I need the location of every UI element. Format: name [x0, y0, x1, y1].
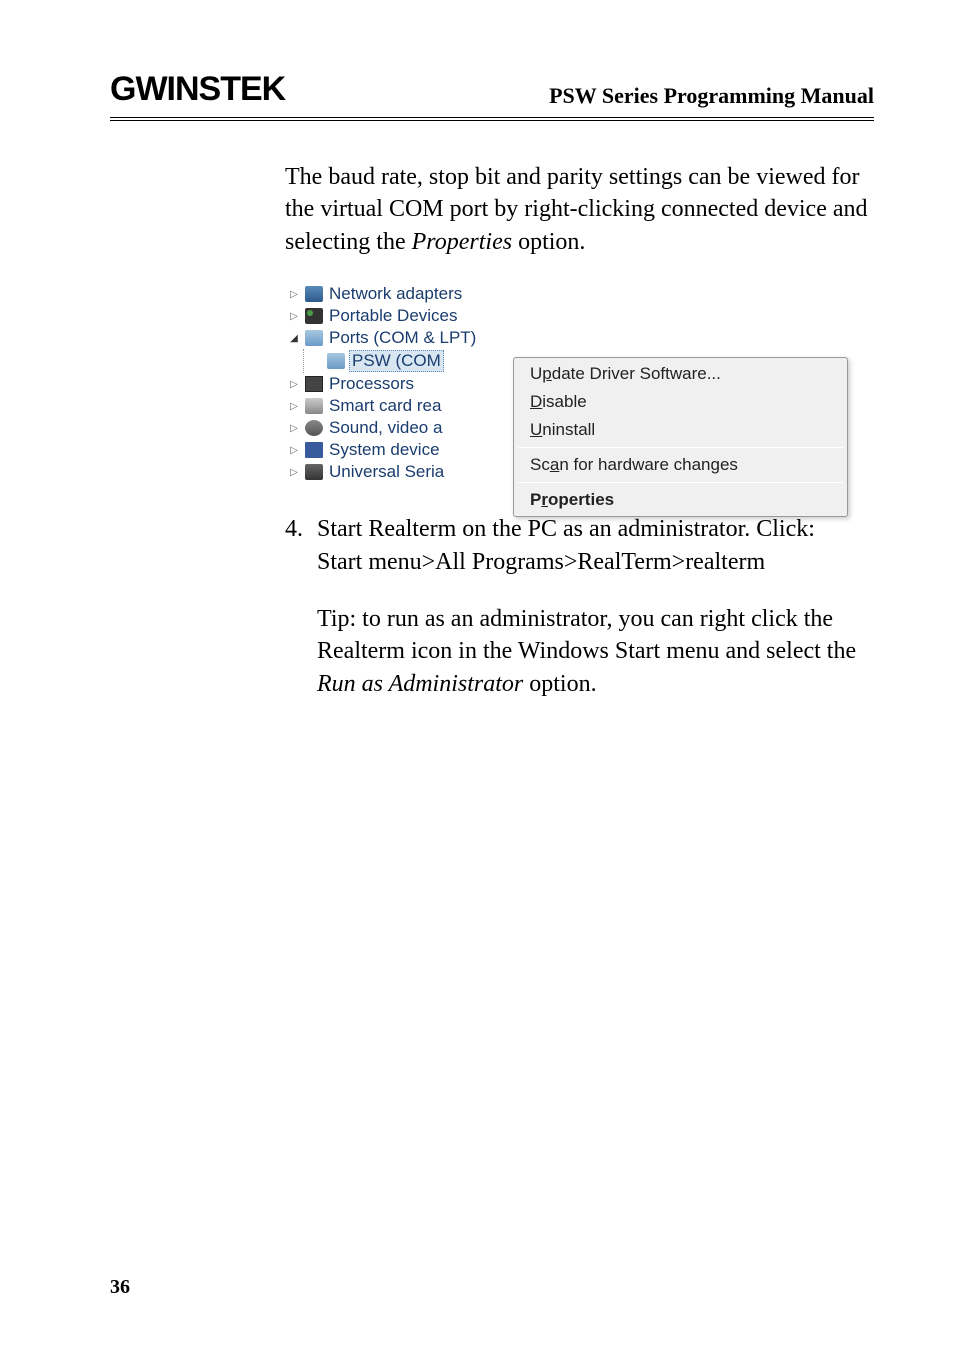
- expand-arrow-open-icon[interactable]: ◢: [287, 331, 301, 345]
- device-manager-screenshot: ▷ Network adapters ▷ Portable Devices ◢ …: [285, 283, 850, 483]
- intro-italic: Properties: [412, 229, 512, 255]
- menu-divider: [518, 447, 843, 448]
- menu-item-uninstall[interactable]: Uninstall: [516, 416, 845, 444]
- tip-prefix: Tip: to run as an administrator, you can…: [317, 606, 856, 664]
- tip-paragraph: Tip: to run as an administrator, you can…: [317, 603, 874, 700]
- tree-label: Smart card rea: [327, 396, 441, 416]
- header-title: PSW Series Programming Manual: [549, 83, 874, 109]
- page-header: GWINSTEK PSW Series Programming Manual: [110, 70, 874, 121]
- step-content: Start Realterm on the PC as an administr…: [317, 513, 874, 578]
- sound-icon: [305, 420, 323, 436]
- tree-label: Network adapters: [327, 284, 462, 304]
- menu-item-update-driver[interactable]: Update Driver Software...: [516, 360, 845, 388]
- menu-item-scan-hardware[interactable]: Scan for hardware changes: [516, 451, 845, 479]
- page-number: 36: [110, 1276, 130, 1299]
- intro-paragraph: The baud rate, stop bit and parity setti…: [285, 161, 874, 258]
- portable-device-icon: [305, 308, 323, 324]
- processor-icon: [305, 376, 323, 392]
- tip-italic: Run as Administrator: [317, 671, 523, 697]
- tree-label: Processors: [327, 374, 414, 394]
- menu-divider: [518, 482, 843, 483]
- tree-label: Universal Seria: [327, 462, 444, 482]
- expand-arrow-icon[interactable]: ▷: [287, 399, 301, 413]
- tree-label: Sound, video a: [327, 418, 442, 438]
- expand-arrow-icon[interactable]: ▷: [287, 377, 301, 391]
- step-line2: Start menu>All Programs>RealTerm>realter…: [317, 549, 765, 575]
- expand-arrow-icon[interactable]: ▷: [287, 421, 301, 435]
- step-line1: Start Realterm on the PC as an administr…: [317, 516, 815, 542]
- smartcard-icon: [305, 398, 323, 414]
- com-port-icon: [327, 353, 345, 369]
- expand-arrow-icon[interactable]: ▷: [287, 443, 301, 457]
- context-menu: Update Driver Software... Disable Uninst…: [513, 357, 848, 517]
- system-device-icon: [305, 442, 323, 458]
- usb-icon: [305, 464, 323, 480]
- network-adapter-icon: [305, 286, 323, 302]
- tree-item-portable-devices[interactable]: ▷ Portable Devices: [285, 305, 850, 327]
- expand-arrow-icon[interactable]: ▷: [287, 465, 301, 479]
- tip-suffix: option.: [523, 671, 596, 697]
- step-number: 4.: [285, 513, 317, 578]
- logo: GWINSTEK: [110, 70, 285, 109]
- tree-label: Ports (COM & LPT): [327, 328, 476, 348]
- intro-suffix: option.: [512, 229, 585, 255]
- tree-label: System device: [327, 440, 440, 460]
- tree-label-highlighted: PSW (COM: [349, 350, 444, 372]
- tree-label: Portable Devices: [327, 306, 458, 326]
- tree-item-ports[interactable]: ◢ Ports (COM & LPT): [285, 327, 850, 349]
- step-4: 4. Start Realterm on the PC as an admini…: [285, 513, 874, 578]
- expand-arrow-icon[interactable]: ▷: [287, 287, 301, 301]
- menu-item-disable[interactable]: Disable: [516, 388, 845, 416]
- expand-arrow-icon[interactable]: ▷: [287, 309, 301, 323]
- tree-item-network-adapters[interactable]: ▷ Network adapters: [285, 283, 850, 305]
- ports-icon: [305, 330, 323, 346]
- menu-item-properties[interactable]: Properties: [516, 486, 845, 514]
